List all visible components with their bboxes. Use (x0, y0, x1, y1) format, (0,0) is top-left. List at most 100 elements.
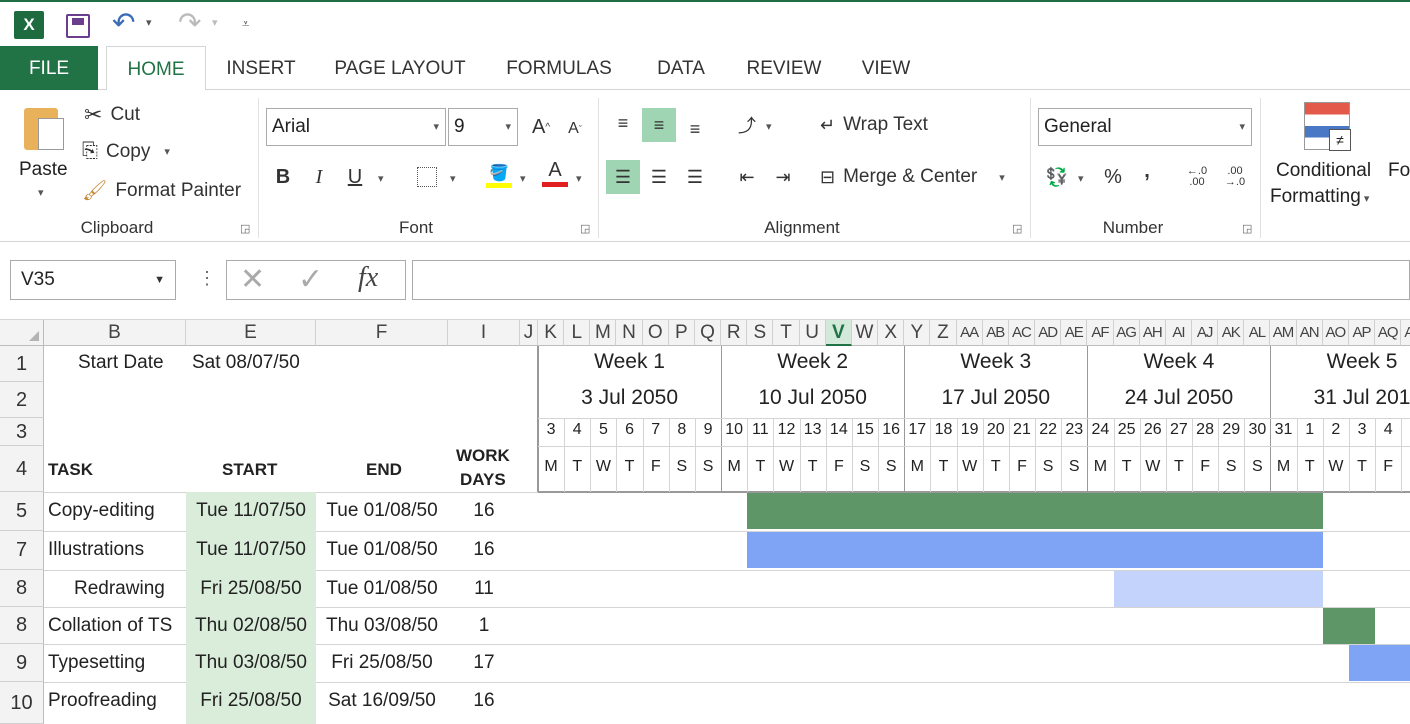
column-header-w[interactable]: W (851, 320, 879, 346)
borders-dropdown-icon[interactable]: ▾ (450, 172, 456, 185)
more-icon[interactable]: ⋮ (198, 268, 216, 289)
enter-icon[interactable]: ✓ (298, 262, 323, 297)
conditional-formatting-icon[interactable]: ≠ (1304, 102, 1351, 151)
task-work-days[interactable]: 16 (448, 539, 520, 561)
task-name[interactable]: Collation of TS (48, 615, 172, 637)
row-header[interactable]: 1 (0, 346, 44, 382)
column-header-o[interactable]: O (642, 320, 669, 346)
paste-dropdown-icon[interactable]: ▾ (38, 186, 44, 199)
task-start[interactable]: Thu 03/08/50 (186, 652, 316, 674)
font-launcher-icon[interactable]: ◲ (580, 222, 590, 235)
row-header[interactable]: 7 (0, 531, 44, 570)
column-header-ab[interactable]: AB (982, 320, 1009, 346)
column-header-ap[interactable]: AP (1348, 320, 1376, 346)
column-header-ar[interactable]: AR (1401, 320, 1410, 346)
increase-indent-icon[interactable]: ⇥ (766, 160, 800, 194)
column-header-j[interactable]: J (520, 320, 538, 346)
undo-icon[interactable]: ↶ (112, 6, 135, 39)
column-header-am[interactable]: AM (1270, 320, 1297, 346)
insert-function-button[interactable]: fx (358, 262, 378, 294)
column-header-e[interactable]: E (186, 320, 316, 346)
format-painter-button[interactable]: 🖌 Format Painter (82, 178, 241, 203)
column-header-aq[interactable]: AQ (1375, 320, 1402, 346)
copy-button[interactable]: ⎘ Copy ▾ (82, 140, 170, 163)
column-header-x[interactable]: X (878, 320, 905, 346)
column-header-f[interactable]: F (316, 320, 448, 346)
row-header[interactable]: 2 (0, 382, 44, 418)
decrease-indent-icon[interactable]: ⇤ (730, 160, 764, 194)
column-header-y[interactable]: Y (904, 320, 931, 346)
row-header[interactable]: 8 (0, 570, 44, 607)
column-header-ac[interactable]: AC (1008, 320, 1036, 346)
align-center-icon[interactable]: ☰ (642, 160, 676, 194)
align-bottom-icon[interactable]: ≡ (678, 112, 712, 146)
row-header[interactable]: 3 (0, 418, 44, 446)
task-work-days[interactable]: 11 (448, 578, 520, 600)
name-box[interactable]: V35 ▼ (10, 260, 176, 300)
tab-file[interactable]: FILE (0, 46, 98, 90)
column-header-q[interactable]: Q (694, 320, 722, 346)
column-header-ah[interactable]: AH (1139, 320, 1166, 346)
column-header-t[interactable]: T (773, 320, 800, 346)
align-middle-icon[interactable]: ≡ (642, 108, 676, 142)
task-end[interactable]: Thu 03/08/50 (316, 615, 448, 637)
column-header-ad[interactable]: AD (1035, 320, 1062, 346)
column-header-r[interactable]: R (721, 320, 748, 346)
orientation-dropdown-icon[interactable]: ▾ (766, 120, 772, 133)
spreadsheet-grid[interactable]: B E F I J K L M N O P Q R S T U V W X Y Z AA AB AC AD AE AF AG AH AI A… (0, 320, 1410, 724)
column-header-p[interactable]: P (668, 320, 695, 346)
paste-icon[interactable] (22, 102, 66, 150)
column-header-ag[interactable]: AG (1113, 320, 1140, 346)
column-header-ak[interactable]: AK (1218, 320, 1245, 346)
accounting-icon[interactable]: 💱 (1040, 160, 1074, 194)
task-work-days[interactable]: 16 (448, 500, 520, 522)
increase-decimal-icon[interactable]: ←.0.00 (1180, 160, 1214, 194)
task-work-days[interactable]: 16 (448, 690, 520, 712)
tab-formulas[interactable]: FORMULAS (494, 46, 624, 90)
conditional-formatting-label[interactable]: Conditional (1276, 160, 1371, 182)
task-name[interactable]: Copy-editing (48, 500, 155, 522)
redo-icon[interactable]: ↷ (178, 6, 201, 39)
column-header-l[interactable]: L (564, 320, 591, 346)
task-end[interactable]: Tue 01/08/50 (316, 578, 448, 600)
decrease-decimal-icon[interactable]: .00 →.0 (1218, 160, 1252, 194)
task-start[interactable]: Thu 02/08/50 (186, 615, 316, 637)
clipboard-launcher-icon[interactable]: ◲ (240, 222, 250, 235)
redo-dropdown-icon[interactable]: ▾ (212, 16, 218, 29)
align-right-icon[interactable]: ☰ (678, 160, 712, 194)
format-as-table-label[interactable]: Fo (1388, 160, 1410, 182)
fill-dropdown-icon[interactable]: ▾ (520, 172, 526, 185)
task-name[interactable]: Redrawing (74, 578, 165, 600)
align-top-icon[interactable]: ≡ (606, 106, 640, 140)
tab-data[interactable]: DATA (642, 46, 720, 90)
task-end[interactable]: Fri 25/08/50 (316, 652, 448, 674)
cancel-icon[interactable]: ✕ (240, 262, 265, 297)
column-header-ao[interactable]: AO (1322, 320, 1349, 346)
task-name[interactable]: Illustrations (48, 539, 144, 561)
column-header-aj[interactable]: AJ (1192, 320, 1219, 346)
column-header-aa[interactable]: AA (956, 320, 983, 346)
percent-button[interactable]: % (1096, 160, 1130, 194)
cut-button[interactable]: ✂ Cut (84, 102, 140, 128)
task-name[interactable]: Proofreading (48, 690, 157, 712)
column-header-an[interactable]: AN (1296, 320, 1323, 346)
task-start[interactable]: Fri 25/08/50 (186, 578, 316, 600)
column-header-s[interactable]: S (747, 320, 774, 346)
tab-insert[interactable]: INSERT (214, 46, 308, 90)
save-icon[interactable] (66, 14, 90, 38)
font-color-dropdown-icon[interactable]: ▾ (576, 172, 582, 185)
column-header-i[interactable]: I (448, 320, 520, 346)
increase-font-icon[interactable]: A ^ (524, 110, 558, 144)
column-header-ae[interactable]: AE (1061, 320, 1088, 346)
underline-dropdown-icon[interactable]: ▾ (378, 172, 384, 185)
task-name[interactable]: Typesetting (48, 652, 145, 674)
tab-view[interactable]: VIEW (850, 46, 922, 90)
number-launcher-icon[interactable]: ◲ (1242, 222, 1252, 235)
column-header-n[interactable]: N (616, 320, 643, 346)
row-header[interactable]: 8 (0, 607, 44, 644)
merge-center-button[interactable]: ⊟ Merge & Center ▾ (820, 166, 1005, 188)
column-header-m[interactable]: M (590, 320, 617, 346)
task-work-days[interactable]: 1 (448, 615, 520, 637)
column-header-z[interactable]: Z (930, 320, 957, 346)
borders-icon[interactable] (410, 160, 444, 194)
